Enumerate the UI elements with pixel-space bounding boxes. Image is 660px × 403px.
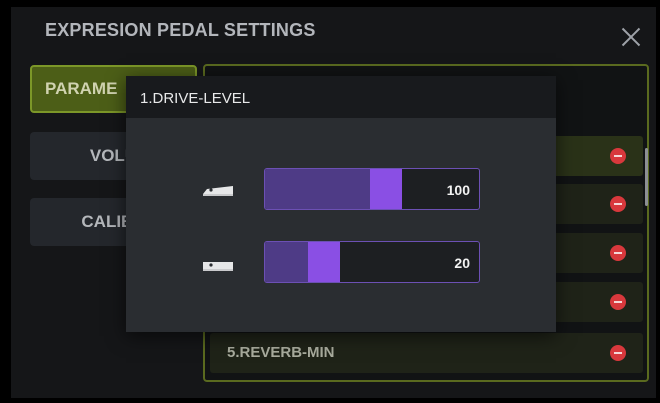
- slider-thumb[interactable]: [370, 169, 402, 209]
- pedal-toe-down-icon: [203, 186, 233, 196]
- remove-icon[interactable]: [610, 148, 626, 164]
- remove-icon[interactable]: [610, 345, 626, 361]
- parameter-dialog: 1.DRIVE-LEVEL 100 20: [126, 76, 556, 332]
- min-level-value: 20: [454, 255, 470, 271]
- remove-icon[interactable]: [610, 196, 626, 212]
- max-level-value: 100: [446, 182, 470, 198]
- list-item-label: 5.REVERB-MIN: [227, 344, 335, 361]
- min-level-slider[interactable]: 20: [264, 241, 480, 283]
- list-item[interactable]: 5.REVERB-MIN: [210, 333, 643, 373]
- dialog-header: 1.DRIVE-LEVEL: [126, 76, 556, 118]
- pedal-heel-down-icon: [203, 262, 233, 271]
- scrollbar[interactable]: [645, 148, 648, 206]
- slider-thumb[interactable]: [308, 242, 341, 282]
- page-title: EXPRESION PEDAL SETTINGS: [45, 20, 316, 40]
- dialog-title: 1.DRIVE-LEVEL: [140, 90, 251, 107]
- slider-fill: [265, 242, 309, 282]
- remove-icon[interactable]: [610, 245, 626, 261]
- remove-icon[interactable]: [610, 294, 626, 310]
- max-level-slider[interactable]: 100: [264, 168, 480, 210]
- sidebar-item-label: PARAME: [45, 79, 118, 98]
- close-icon[interactable]: [620, 26, 642, 48]
- slider-fill: [265, 169, 370, 209]
